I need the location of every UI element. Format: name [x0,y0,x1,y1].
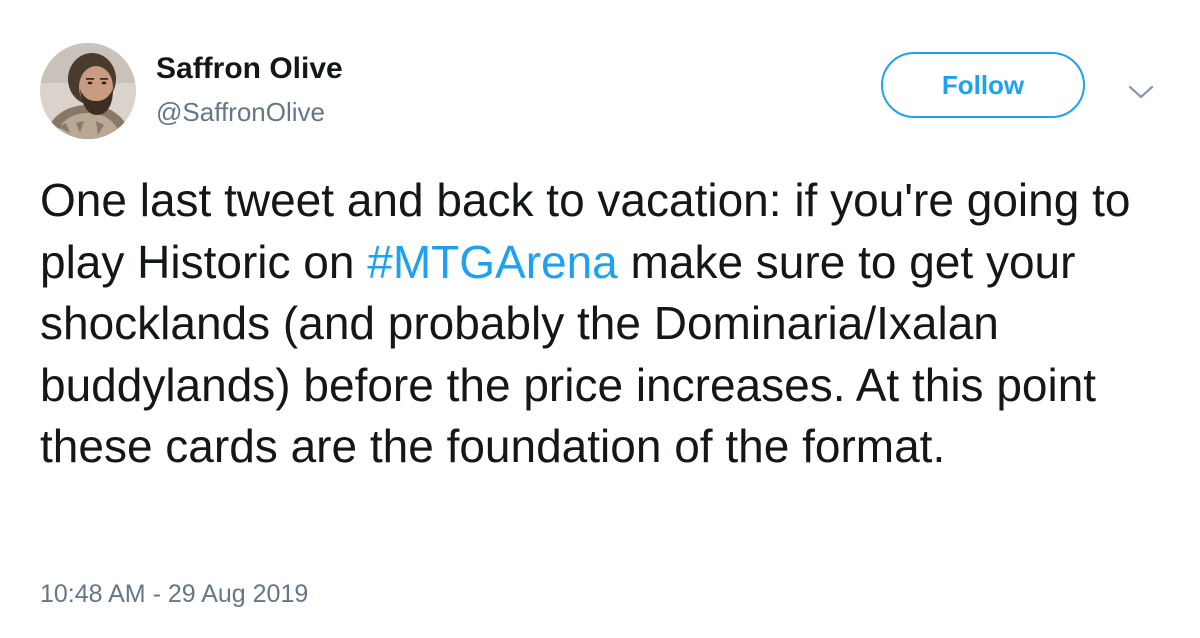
follow-button[interactable]: Follow [881,52,1085,118]
hashtag-link[interactable]: #MTGArena [367,236,618,288]
tweet-timestamp[interactable]: 10:48 AM - 29 Aug 2019 [40,578,308,610]
author-name[interactable]: Saffron Olive [156,51,343,87]
avatar-image [40,43,136,139]
more-options-button[interactable] [1126,80,1156,104]
author-handle[interactable]: @SaffronOlive [156,96,325,128]
chevron-down-icon [1128,85,1154,99]
tweet-text: One last tweet and back to vacation: if … [40,170,1170,478]
tweet-card: Saffron Olive @SaffronOlive Follow One l… [0,0,1200,638]
avatar[interactable] [40,43,136,139]
